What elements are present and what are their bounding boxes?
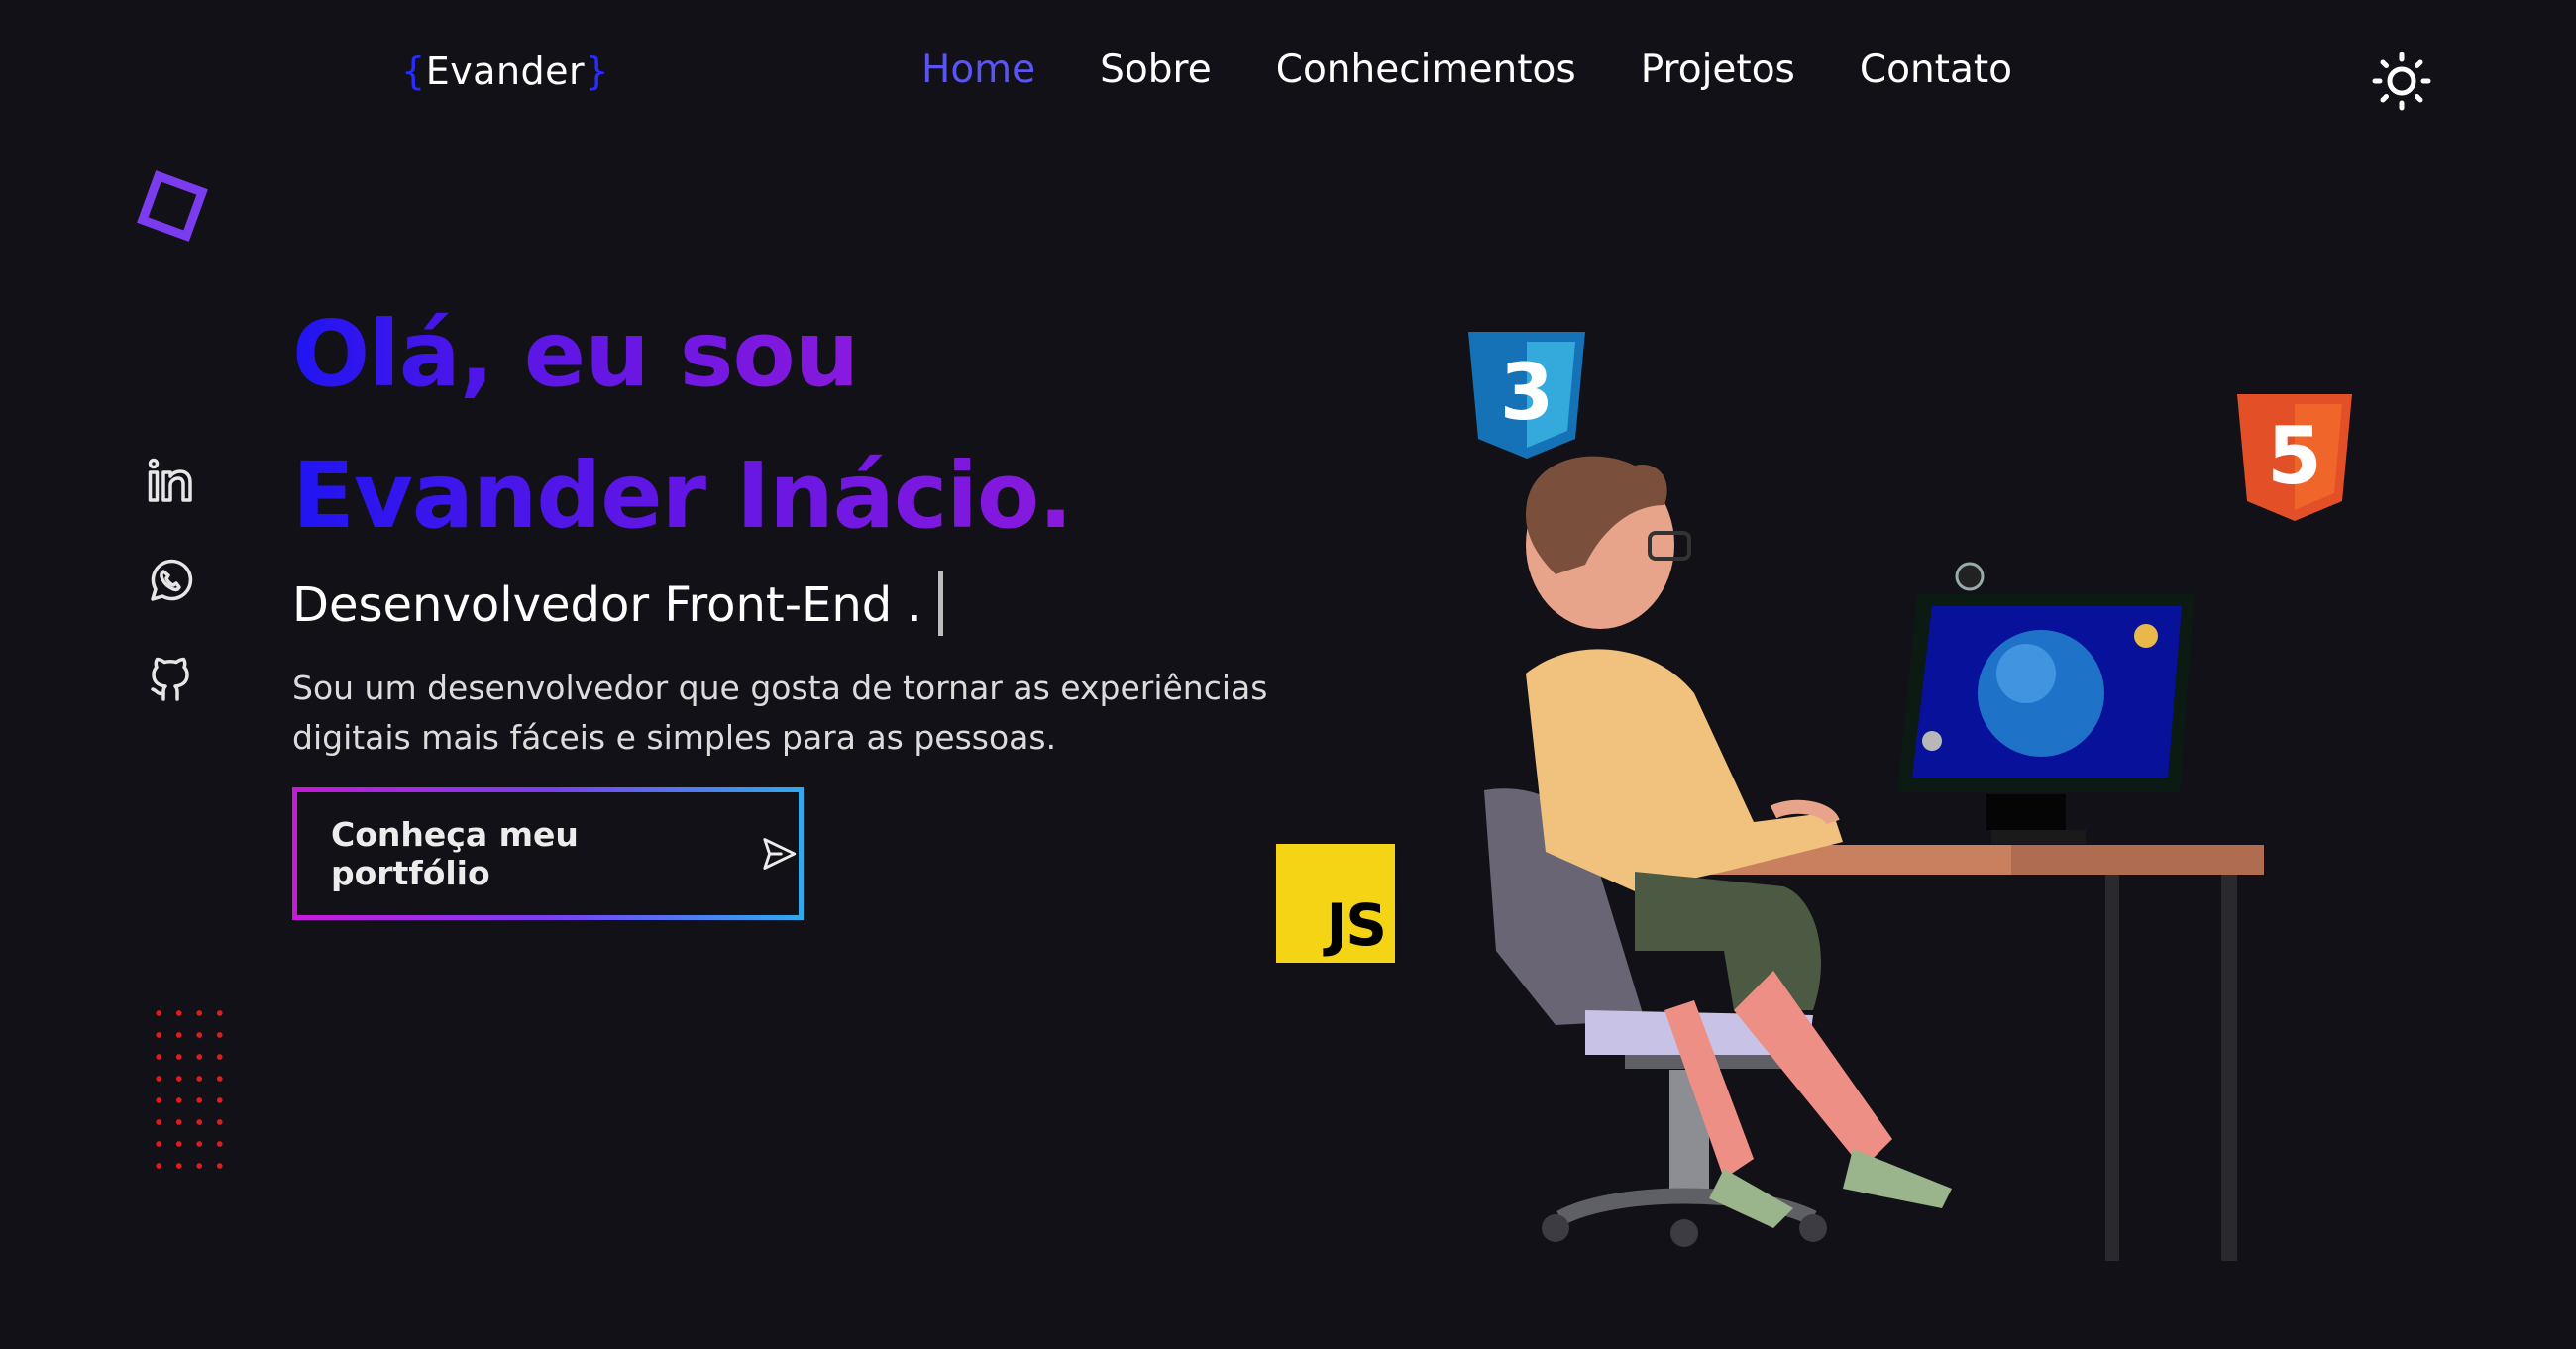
decorative-square [137,170,208,242]
decorative-dot-grid [149,1002,228,1171]
github-link[interactable] [145,654,196,705]
javascript-badge: JS [1276,844,1395,963]
github-icon [151,657,189,701]
logo-brace-close: } [585,50,609,93]
nav-sobre[interactable]: Sobre [1100,48,1212,92]
portfolio-button-label: Conheça meu portfólio [331,815,579,892]
hero-description: Sou um desenvolvedor que gosta de tornar… [292,669,1268,757]
send-icon [763,838,797,870]
css3-badge-label: 3 [1500,349,1554,438]
nav-contato[interactable]: Contato [1860,48,2012,92]
whatsapp-icon [151,559,193,601]
hero-name: Evander Inácio. [292,443,1073,549]
html5-badge-label: 5 [2267,410,2322,502]
sun-icon [2372,52,2431,111]
linkedin-icon [148,458,192,502]
hero-greeting: Olá, eu sou [292,301,859,407]
main-nav: Home Sobre Conhecimentos Projetos Contat… [921,48,2077,92]
linkedin-link[interactable] [145,456,196,507]
nav-projetos[interactable]: Projetos [1641,48,1795,92]
nav-home[interactable]: Home [921,48,1035,92]
hero-role: Desenvolvedor Front-End . [292,577,922,633]
logo-name: Evander [425,50,586,93]
javascript-badge-label: JS [1326,891,1387,959]
site-logo[interactable]: {Evander} [401,50,609,93]
logo-brace-open: { [401,50,426,93]
portfolio-button[interactable]: Conheça meu portfólio [292,787,804,920]
nav-conhecimentos[interactable]: Conhecimentos [1276,48,1576,92]
typing-cursor [938,571,943,636]
developer-illustration [1484,456,2264,1261]
html5-badge: 5 [2237,394,2352,521]
theme-toggle-button[interactable] [2370,50,2433,113]
whatsapp-link[interactable] [145,555,196,606]
css3-badge: 3 [1468,332,1585,459]
